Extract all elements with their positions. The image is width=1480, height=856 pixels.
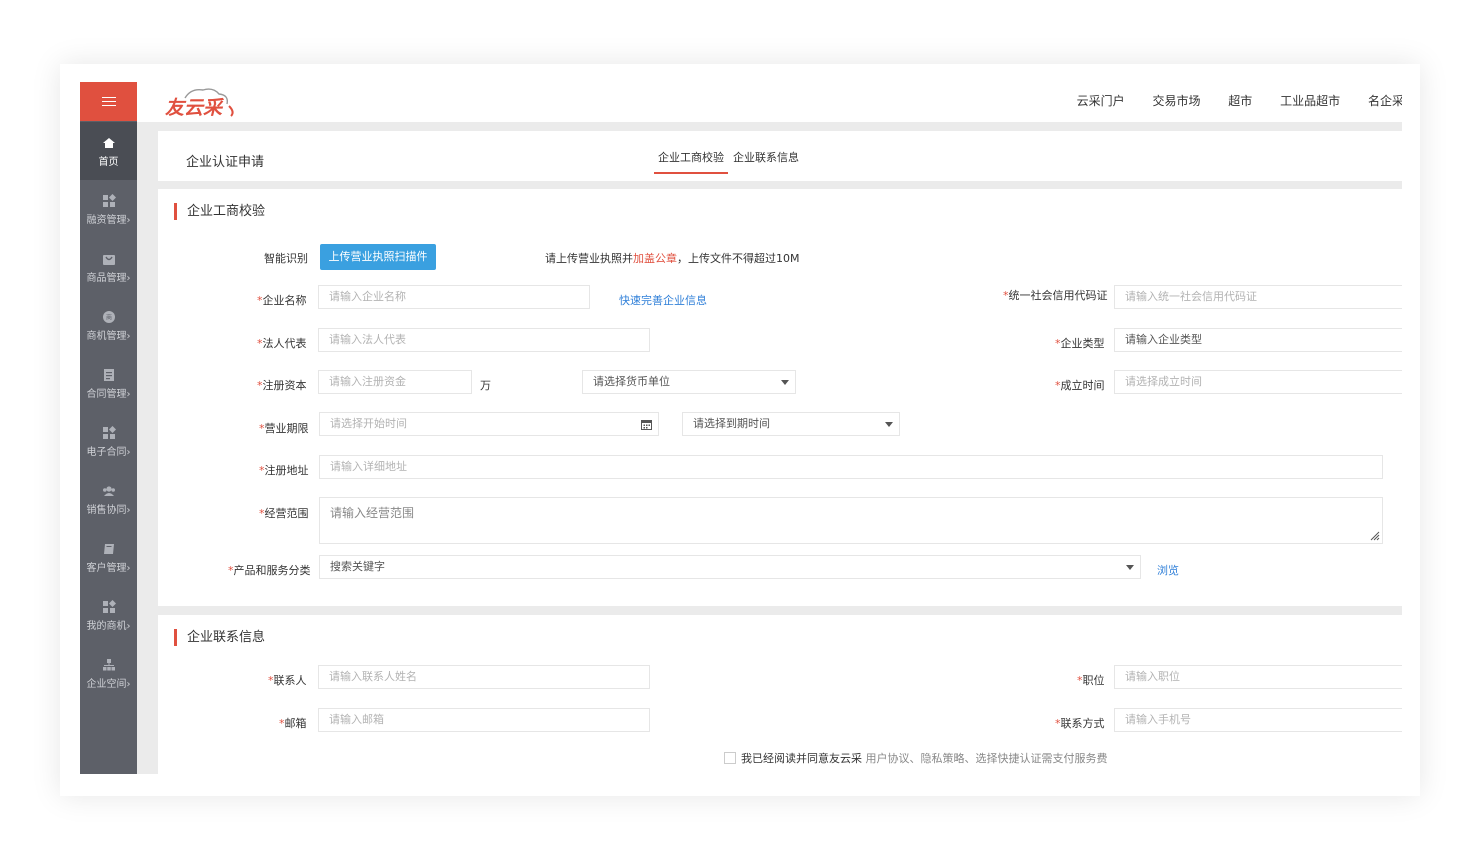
topnav-item-famous[interactable]: 名企采 — [1368, 94, 1402, 108]
scope-label: *经营范围 — [259, 507, 309, 520]
contract-icon — [103, 369, 114, 381]
section-title: 企业工商校验 — [174, 203, 265, 220]
topnav-item-market[interactable]: 交易市场 — [1152, 94, 1200, 108]
quick-complete-link[interactable]: 快速完善企业信息 — [619, 292, 707, 308]
smart-recognize-label: 智能识别 — [264, 252, 308, 265]
period-end-select[interactable]: 请选择到期时间 — [682, 412, 900, 436]
established-date-input[interactable]: 请选择成立时间 — [1114, 370, 1402, 394]
top-nav: 云采门户 交易市场 超市 工业品超市 名企采 — [1077, 92, 1402, 109]
email-input[interactable]: 请输入邮箱 — [318, 708, 650, 732]
topnav-item-portal[interactable]: 云采门户 — [1077, 94, 1125, 108]
top-bar: 友云采 云采门户 交易市场 超市 工业品超市 名企采 — [137, 82, 1402, 122]
category-select[interactable]: 搜索关键字 — [319, 555, 1141, 579]
scope-textarea[interactable]: 请输入经营范围 — [319, 497, 1383, 544]
legal-rep-label: *法人代表 — [257, 337, 307, 350]
hamburger-icon — [101, 96, 116, 107]
upload-hint: 请上传营业执照并加盖公章，上传文件不得超过10M — [545, 252, 800, 265]
opportunity-icon: 商 — [102, 311, 115, 323]
sidebar-item-label: 融资管理› — [86, 215, 131, 226]
grid-icon — [102, 426, 116, 439]
capital-label: *注册资本 — [257, 379, 307, 392]
tab-contact-info[interactable]: 企业联系信息 — [733, 149, 799, 165]
chevron-down-icon — [885, 422, 893, 427]
people-icon — [102, 486, 115, 496]
contact-person-label: *联系人 — [268, 674, 307, 687]
sidebar-item-label: 电子合同› — [86, 447, 131, 458]
company-type-input[interactable]: 请输入企业类型 — [1114, 328, 1402, 352]
page-title: 企业认证申请 — [186, 155, 265, 170]
agree-checkbox[interactable] — [724, 752, 736, 764]
grid-icon — [102, 194, 116, 207]
contact-info-card: 企业联系信息 *联系人 请输入联系人姓名 *职位 请输入职位 *邮箱 请输入邮箱… — [158, 615, 1402, 774]
topnav-item-supermarket[interactable]: 超市 — [1228, 94, 1252, 108]
app-window: 首页 融资管理› 商品管理› 商 商机管理› 合同管理› 电子合同› 销售协同› — [80, 82, 1402, 774]
tab-business-verify[interactable]: 企业工商校验 — [654, 149, 728, 174]
currency-select[interactable]: 请选择货币单位 — [582, 370, 796, 394]
book-icon — [103, 544, 114, 554]
company-name-label: *企业名称 — [257, 294, 307, 307]
logo[interactable]: 友云采 — [163, 84, 239, 120]
email-label: *邮箱 — [279, 717, 307, 730]
sidebar-item-label: 客户管理› — [86, 563, 131, 574]
sidebar-item-label: 企业空间› — [86, 679, 131, 690]
sidebar-item-opportunities[interactable]: 商 商机管理› — [80, 296, 137, 354]
sidebar-item-sales[interactable]: 销售协同› — [80, 470, 137, 528]
calendar-icon — [641, 420, 652, 430]
topnav-item-industrial[interactable]: 工业品超市 — [1280, 94, 1340, 108]
browse-link[interactable]: 浏览 — [1157, 562, 1179, 578]
sidebar-item-label: 销售协同› — [86, 505, 131, 516]
sidebar-item-label: 首页 — [98, 157, 119, 168]
legal-rep-input[interactable]: 请输入法人代表 — [318, 328, 650, 352]
category-label: *产品和服务分类 — [228, 564, 311, 577]
sidebar-item-label: 商品管理› — [86, 273, 131, 284]
svg-text:商: 商 — [105, 314, 111, 322]
home-icon — [102, 138, 115, 148]
sidebar-item-label: 商机管理› — [86, 331, 131, 342]
capital-unit: 万 — [480, 379, 491, 392]
business-verify-card: 企业工商校验 智能识别 上传营业执照扫描件 请上传营业执照并加盖公章，上传文件不… — [158, 189, 1402, 606]
org-icon — [102, 659, 115, 671]
contact-person-input[interactable]: 请输入联系人姓名 — [318, 665, 650, 689]
company-name-input[interactable]: 请输入企业名称 — [318, 285, 590, 309]
position-input[interactable]: 请输入职位 — [1114, 665, 1402, 689]
sidebar-item-e-contracts[interactable]: 电子合同› — [80, 412, 137, 470]
company-type-label: *企业类型 — [1055, 337, 1105, 350]
credit-code-input[interactable]: 请输入统一社会信用代码证 — [1114, 285, 1402, 309]
resize-handle-icon[interactable] — [1370, 531, 1380, 541]
page-header: 企业认证申请 企业工商校验 企业联系信息 — [158, 131, 1402, 181]
sidebar-item-products[interactable]: 商品管理› — [80, 238, 137, 296]
period-start-input[interactable]: 请选择开始时间 — [319, 412, 659, 436]
sidebar-item-contracts[interactable]: 合同管理› — [80, 354, 137, 412]
chevron-down-icon — [1126, 565, 1134, 570]
position-label: *职位 — [1077, 674, 1105, 687]
capital-input[interactable]: 请输入注册资金 — [318, 370, 472, 394]
phone-input[interactable]: 请输入手机号 — [1114, 708, 1402, 732]
screenshot-frame: 首页 融资管理› 商品管理› 商 商机管理› 合同管理› 电子合同› 销售协同› — [60, 64, 1420, 796]
grid-icon — [102, 600, 116, 613]
address-input[interactable]: 请输入详细地址 — [319, 455, 1383, 479]
chevron-down-icon — [781, 380, 789, 385]
sidebar-item-home[interactable]: 首页 — [80, 122, 137, 180]
phone-label: *联系方式 — [1055, 717, 1105, 730]
sidebar-item-customers[interactable]: 客户管理› — [80, 528, 137, 586]
bag-icon — [102, 255, 115, 265]
sidebar: 首页 融资管理› 商品管理› 商 商机管理› 合同管理› 电子合同› 销售协同› — [80, 82, 137, 774]
sidebar-item-label: 合同管理› — [86, 389, 131, 400]
sidebar-item-my-opportunities[interactable]: 我的商机› — [80, 586, 137, 644]
sidebar-item-label: 我的商机› — [86, 621, 131, 632]
agreement-links[interactable]: 用户协议、隐私策略、选择快捷认证需支付服务费 — [866, 752, 1108, 765]
section-title: 企业联系信息 — [174, 629, 265, 646]
sidebar-item-enterprise-space[interactable]: 企业空间› — [80, 644, 137, 702]
address-label: *注册地址 — [259, 464, 309, 477]
period-label: *营业期限 — [259, 422, 309, 435]
established-label: *成立时间 — [1055, 379, 1105, 392]
agree-text: 我已经阅读并同意友云采 用户协议、隐私策略、选择快捷认证需支付服务费 — [741, 752, 1108, 765]
logo-text: 友云采 — [165, 97, 225, 119]
sidebar-item-financing[interactable]: 融资管理› — [80, 180, 137, 238]
menu-toggle-button[interactable] — [80, 82, 137, 121]
credit-code-label: *统一社会信用代码证 — [1003, 289, 1108, 302]
upload-license-button[interactable]: 上传营业执照扫描件 — [320, 244, 436, 270]
